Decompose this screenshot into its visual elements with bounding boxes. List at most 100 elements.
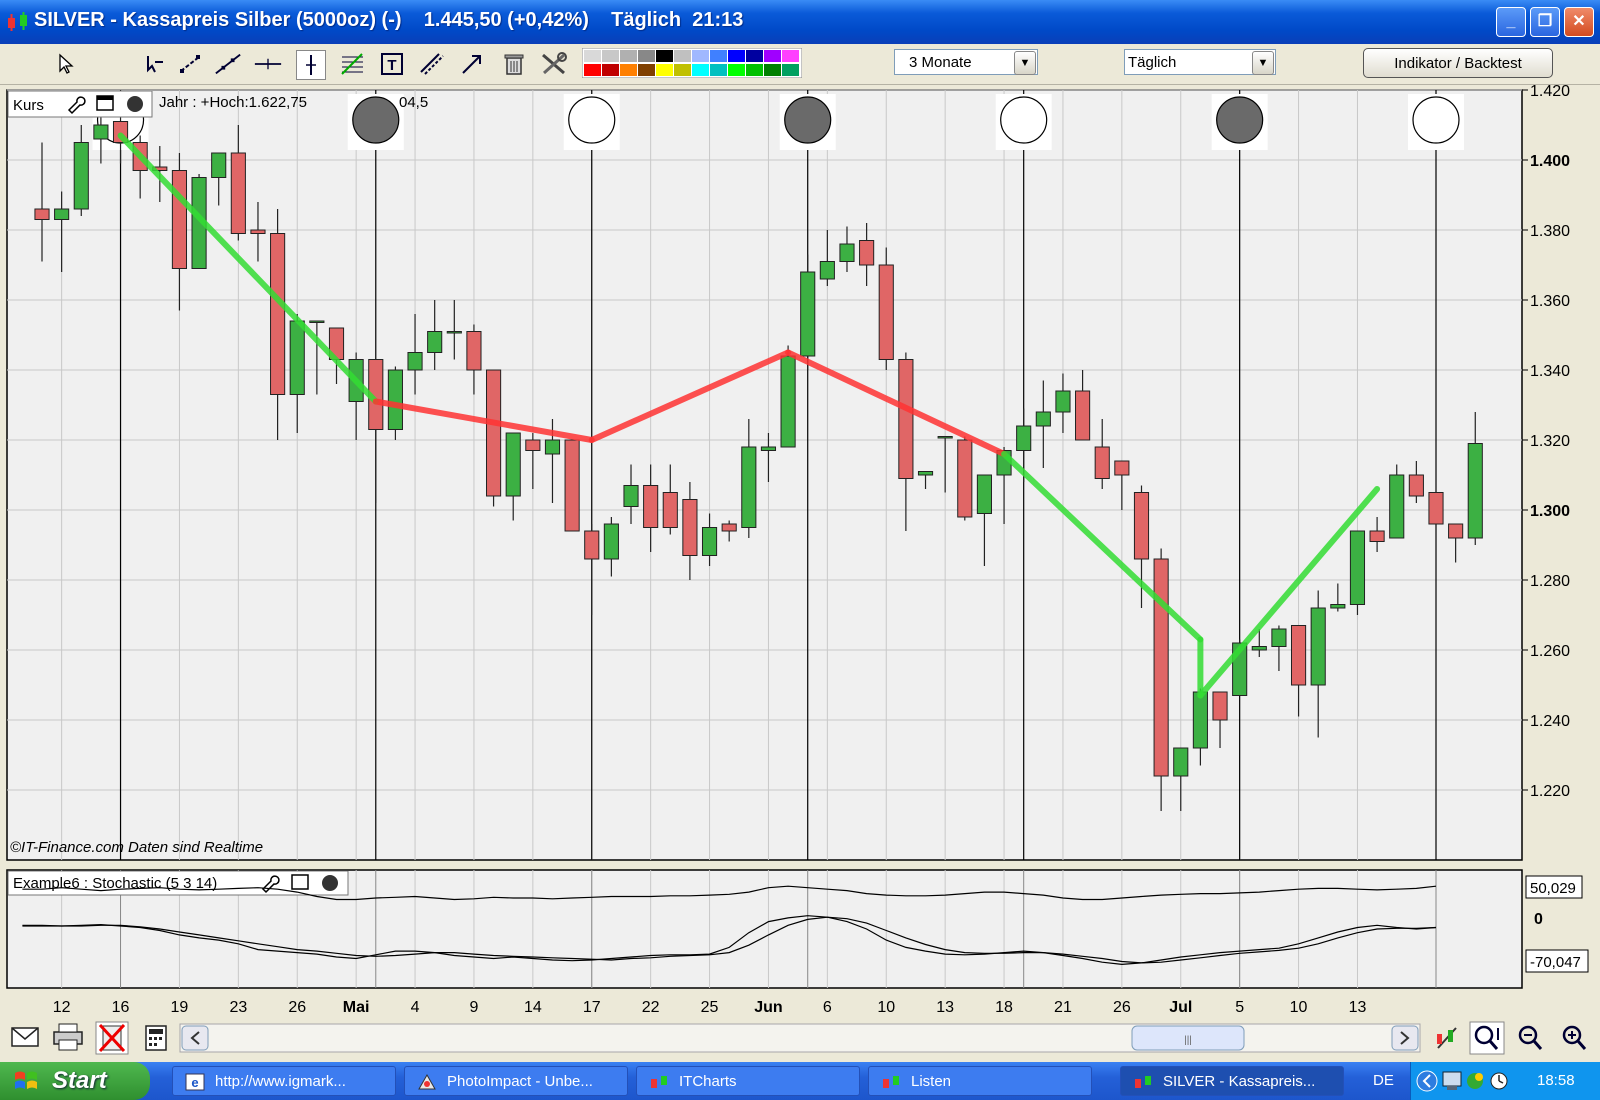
candle[interactable]	[1153, 548, 1169, 812]
start-label: Start	[52, 1067, 107, 1094]
candle[interactable]	[564, 439, 580, 532]
cycle-low-marker-icon[interactable]	[1216, 96, 1264, 144]
zoom-in-icon[interactable]	[1562, 1025, 1587, 1050]
task-item-photoimpact[interactable]: PhotoImpact - Unbe...	[404, 1066, 628, 1096]
task-item-itcharts[interactable]: ITCharts	[636, 1066, 860, 1096]
scrollbar[interactable]: |||	[179, 1023, 1421, 1053]
candle-body	[1192, 691, 1208, 749]
x-tick-label: 18	[995, 999, 1013, 1016]
y-tick-label: 1.400	[1530, 153, 1570, 170]
candle-body	[407, 352, 423, 371]
candle-body	[427, 331, 443, 353]
candle-body	[230, 152, 246, 234]
x-tick-label: 14	[524, 999, 542, 1016]
candle-body	[1094, 446, 1110, 479]
candle-body	[976, 474, 992, 514]
candle-body	[387, 369, 403, 430]
scroll-right-icon[interactable]	[1391, 1025, 1419, 1051]
candle-body	[819, 261, 835, 280]
candle-body	[1133, 492, 1150, 560]
candle-body	[937, 436, 953, 439]
candle-body	[839, 243, 855, 262]
x-tick-label: 13	[936, 999, 954, 1016]
window-icon-bar	[97, 96, 113, 100]
x-tick-label: 25	[701, 999, 719, 1016]
candlestick-app-icon	[1135, 1076, 1151, 1088]
cycle-low-marker-icon[interactable]	[784, 96, 832, 144]
task-item-browser[interactable]: e http://www.igmark...	[172, 1066, 396, 1096]
clock[interactable]: 18:58	[1537, 1062, 1575, 1100]
tray-clock-icon[interactable]	[1490, 1072, 1508, 1090]
candle[interactable]	[486, 369, 502, 507]
candle-body	[446, 331, 462, 334]
candle-body	[859, 240, 875, 266]
candle-body	[957, 439, 973, 518]
task-item-label: Listen	[911, 1073, 952, 1090]
candle-body	[211, 152, 227, 178]
price-chart[interactable]: 1.220 1.240 1.260 1.280 1.300 1.320 1.340 1.360…	[0, 0, 1600, 1020]
oscillator-header: Example6 : Stochastic (5 3 14)	[7, 870, 349, 896]
candle-body	[1251, 646, 1267, 651]
cycle-low-marker-icon[interactable]	[352, 96, 400, 144]
window-icon[interactable]	[291, 874, 309, 890]
candlestick-app-icon	[651, 1076, 667, 1088]
x-tick-label: 17	[583, 999, 601, 1016]
candle-body	[1212, 691, 1228, 721]
candle[interactable]	[1428, 489, 1444, 528]
print-icon[interactable]	[53, 1023, 83, 1051]
y-tick-label: 1.300	[1530, 503, 1570, 520]
zoom-fit-icon[interactable]	[1469, 1021, 1505, 1055]
app-window: SILVER - Kassapreis Silber (5000oz) (-) …	[0, 0, 1600, 1062]
x-tick-label: 10	[877, 999, 895, 1016]
candle-body	[1369, 530, 1385, 542]
close-icon[interactable]	[322, 875, 338, 891]
candle[interactable]	[1349, 530, 1366, 615]
panel-label: Kurs	[13, 97, 44, 114]
candle-body	[1290, 625, 1307, 686]
photoimpact-icon	[418, 1073, 436, 1090]
candle[interactable]	[800, 254, 816, 371]
candle-body	[1330, 604, 1346, 609]
candle-body	[73, 142, 89, 210]
y-tick-label: 1.420	[1530, 83, 1570, 100]
start-button[interactable]: Start	[0, 1062, 150, 1100]
x-tick-label: 13	[1349, 999, 1367, 1016]
candle-body	[1153, 558, 1169, 777]
y-tick-label: 1.280	[1530, 573, 1570, 590]
close-icon[interactable]	[127, 96, 143, 112]
tray-app-icon[interactable]	[1467, 1073, 1483, 1089]
candle-body	[898, 359, 914, 479]
candle-body	[309, 320, 325, 323]
zoom-out-icon[interactable]	[1518, 1025, 1543, 1050]
candle-body	[623, 485, 639, 507]
scroll-left-icon[interactable]	[181, 1025, 209, 1051]
candle-body	[1271, 628, 1287, 647]
taskbar: Start e http://www.igmark... PhotoImpact…	[0, 1062, 1600, 1100]
tray-expand-icon[interactable]	[1416, 1070, 1438, 1092]
candle-body	[603, 523, 619, 560]
calculator-icon[interactable]	[145, 1025, 167, 1051]
candle[interactable]	[780, 345, 796, 448]
candle[interactable]	[1389, 464, 1405, 539]
task-item-silver[interactable]: SILVER - Kassapreis...	[1120, 1066, 1344, 1096]
x-tick-label: 23	[229, 999, 247, 1016]
y-tick-label: 1.340	[1530, 363, 1570, 380]
candle[interactable]	[878, 247, 894, 371]
cycle-high-marker-icon[interactable]	[568, 96, 616, 144]
candle-body	[1055, 390, 1071, 413]
task-item-label: PhotoImpact - Unbe...	[447, 1073, 593, 1090]
tray-network-icon[interactable]	[1442, 1071, 1462, 1090]
delete-chart-icon[interactable]	[95, 1021, 129, 1055]
mail-icon[interactable]	[11, 1027, 39, 1047]
task-item-label: http://www.igmark...	[215, 1073, 346, 1090]
chart-style-icon[interactable]	[1434, 1024, 1460, 1052]
candle[interactable]	[957, 436, 973, 521]
cycle-high-marker-icon[interactable]	[1000, 96, 1048, 144]
task-item-listen[interactable]: Listen	[868, 1066, 1092, 1096]
y-tick-label: 1.260	[1530, 643, 1570, 660]
cycle-high-marker-icon[interactable]	[1412, 96, 1460, 144]
x-tick-label: 10	[1290, 999, 1308, 1016]
language-indicator[interactable]: DE	[1373, 1062, 1394, 1100]
x-tick-label: 4	[411, 999, 420, 1016]
candle-body	[505, 432, 521, 497]
